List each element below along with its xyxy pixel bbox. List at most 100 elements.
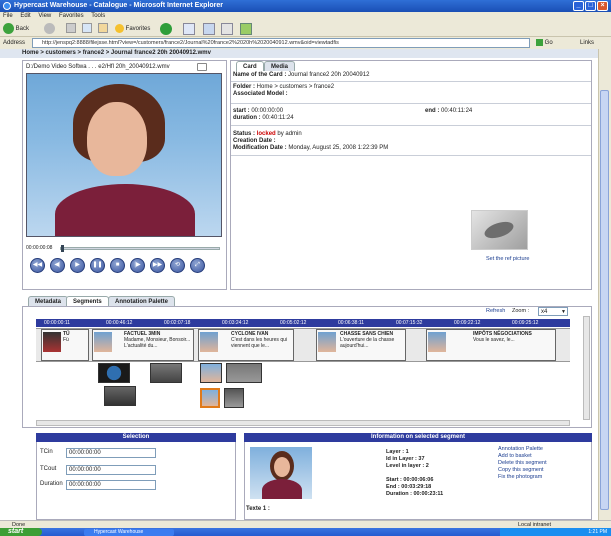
loop-button[interactable]: ⟲ [170, 258, 185, 273]
tab-metadata[interactable]: Metadata [28, 296, 69, 306]
window-title: Hypercast Warehouse - Catalogue - Micros… [14, 2, 224, 9]
start-button[interactable]: start [0, 528, 42, 536]
subsegment-thumbnail[interactable] [104, 386, 136, 406]
ruler-tick: 00:05:02:12 [280, 320, 307, 326]
stop-button[interactable]: ■ [110, 258, 125, 273]
subsegment-thumbnail[interactable] [200, 363, 222, 383]
segment-thumbnail [94, 332, 112, 352]
tab-segments[interactable]: Segments [66, 296, 109, 306]
status-bar: Done Local intranet [0, 520, 611, 528]
set-ref-picture-link[interactable]: Set the ref picture [486, 256, 556, 262]
rewind-button[interactable]: ◀◀ [30, 258, 45, 273]
refresh-link[interactable]: Refresh [486, 308, 505, 314]
video-frame[interactable] [26, 73, 222, 237]
subsegment-thumbnail-selected[interactable] [200, 388, 220, 408]
modification-value: Monday, August 25, 2008 1:22:39 PM [288, 145, 389, 151]
home-icon[interactable] [98, 23, 108, 33]
tcout-input[interactable]: 00:00:00:00 [66, 465, 156, 475]
go-button[interactable]: Go [536, 38, 558, 48]
address-input[interactable]: http://jenspq2:8888/filejsse.html?view=/… [32, 38, 530, 48]
prev-frame-button[interactable]: ◀| [50, 258, 65, 273]
annotation-palette-link[interactable]: Annotation Palette [498, 446, 578, 453]
page-scroll-thumb[interactable] [600, 90, 609, 510]
status-value: locked [256, 131, 276, 137]
divider [231, 81, 591, 82]
address-bar: Address http://jenspq2:8888/filejsse.htm… [0, 37, 611, 49]
go-arrow-icon [536, 38, 543, 46]
segment-item[interactable]: IMPÔTS NÉGOCIATIONS Vous le savez, le... [426, 329, 556, 361]
status-label: Status : [233, 131, 256, 137]
segment-item[interactable]: CYCLONE IVAN C'est dans les heures qui vi… [198, 329, 294, 361]
video-file-title: D:/Demo Video Softwa . . . e2/Hfl 20h_20… [26, 64, 170, 70]
system-tray: 1:21 PM [500, 528, 611, 536]
ruler-tick: 00:02:07:18 [164, 320, 191, 326]
fullscreen-button[interactable]: ⤢ [190, 258, 205, 273]
horizontal-scrollbar[interactable] [36, 420, 570, 426]
edit-icon[interactable] [221, 23, 233, 35]
eye-icon [482, 218, 516, 242]
add-to-basket-link[interactable]: Add to basket [498, 453, 578, 460]
links-label[interactable]: Links [580, 37, 594, 49]
menu-edit[interactable]: Edit [20, 13, 30, 19]
preview-face [274, 457, 290, 477]
pause-button[interactable]: ❚❚ [90, 258, 105, 273]
tab-annotation-palette[interactable]: Annotation Palette [108, 296, 176, 306]
reference-picture [471, 210, 528, 250]
toolbar: Back Favorites [0, 21, 611, 37]
fix-photogram-link[interactable]: Fix the photogram [498, 474, 578, 481]
duration-text: Duration : 00:00:23:11 [386, 491, 444, 497]
stop-icon[interactable] [66, 23, 76, 33]
minimize-button[interactable]: _ [573, 1, 584, 11]
play-button[interactable]: ▶ [70, 258, 85, 273]
segment-thumbnail [200, 332, 218, 352]
history-icon[interactable] [160, 23, 172, 35]
tcin-input[interactable]: 00:00:00:00 [66, 448, 156, 458]
zoom-select[interactable]: x4 ▼ [538, 307, 568, 316]
tcout-label: TCout [40, 466, 57, 472]
print-icon[interactable] [203, 23, 215, 35]
preview-suit [262, 479, 302, 499]
segment-item[interactable]: FACTUEL 3MIN Madame, Monsieur, Bonsoir...… [92, 329, 194, 361]
menu-tools[interactable]: Tools [91, 13, 105, 19]
next-frame-button[interactable]: |▶ [130, 258, 145, 273]
back-button[interactable]: Back [3, 23, 29, 35]
forward-arrow-icon [44, 23, 55, 34]
vertical-scrollbar[interactable] [583, 316, 590, 420]
delete-segment-link[interactable]: Delete this segment [498, 460, 578, 467]
segment-actions: Annotation Palette Add to basket Delete … [498, 446, 578, 481]
subsegment-thumbnail[interactable] [224, 388, 244, 408]
forward-button[interactable] [44, 23, 55, 35]
segment-item[interactable]: CHASSE SANS CHIEN L'ouverture de la chass… [316, 329, 406, 361]
mail-icon[interactable] [183, 23, 195, 35]
layer-text: Layer : 1 [386, 449, 409, 455]
end-label: end : [425, 108, 440, 114]
video-seek-bar[interactable] [60, 245, 220, 252]
video-person-face [87, 102, 147, 176]
card-name-label: Name of the Card : [233, 72, 287, 78]
info-title: Information on selected segment [244, 433, 592, 442]
menu-favorites[interactable]: Favorites [59, 13, 84, 19]
divider [231, 103, 591, 104]
refresh-icon[interactable] [82, 23, 92, 33]
folder-value: Home > customers > france2 [256, 84, 335, 90]
breadcrumb[interactable]: Home > customers > france2 > Journal fra… [0, 49, 598, 58]
taskbar-window-tab[interactable]: Hypercast Warehouse [84, 529, 174, 536]
basket-icon[interactable] [197, 63, 207, 71]
menu-file[interactable]: File [3, 13, 13, 19]
menu-view[interactable]: View [38, 13, 51, 19]
end-value: 00:40:11:24 [441, 108, 473, 114]
subsegment-thumbnail[interactable] [226, 363, 262, 383]
segment-item[interactable]: TÜ Fü [41, 329, 89, 361]
subsegment-thumbnail[interactable] [150, 363, 182, 383]
copy-segment-link[interactable]: Copy this segment [498, 467, 578, 474]
segment-thumbnail [428, 332, 446, 352]
fast-forward-button[interactable]: ▶▶ [150, 258, 165, 273]
messenger-icon[interactable] [240, 23, 252, 35]
maximize-button[interactable]: □ [585, 1, 596, 11]
selection-title: Selection [36, 433, 236, 442]
duration-input[interactable]: 00:00:00:00 [66, 480, 156, 490]
earth-thumbnail[interactable] [98, 363, 130, 383]
close-button[interactable]: × [597, 1, 608, 11]
seek-handle[interactable] [61, 245, 64, 252]
favorites-button[interactable]: Favorites [115, 23, 150, 35]
